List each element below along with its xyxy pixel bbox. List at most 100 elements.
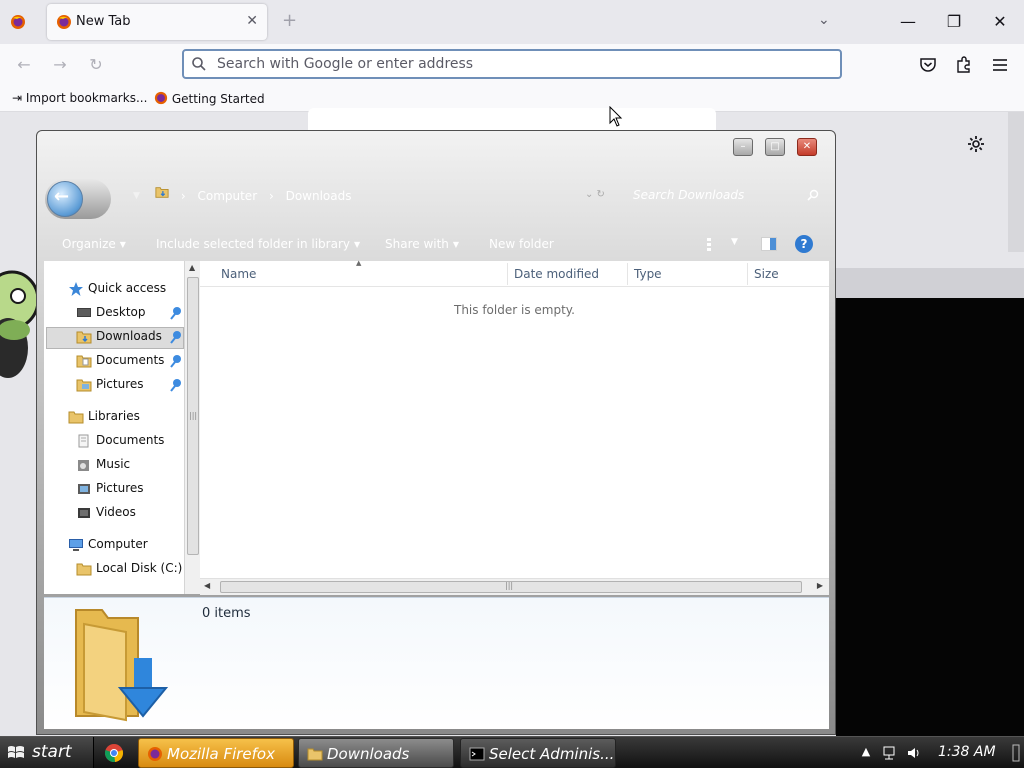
caret-icon: ▼ (452, 240, 460, 249)
firefox-icon (148, 747, 162, 761)
search-input[interactable]: Search Downloads (633, 188, 744, 202)
pin-icon[interactable] (170, 354, 182, 368)
pin-icon[interactable] (170, 330, 182, 344)
page-scrollbar[interactable] (1008, 112, 1024, 252)
column-name[interactable]: Name (221, 267, 256, 281)
new-tab-button[interactable]: + (282, 12, 297, 30)
getting-started-link[interactable]: Getting Started (154, 91, 265, 106)
caret-icon: ▼ (353, 240, 361, 249)
nav-label: Desktop (96, 305, 146, 319)
breadcrumb-sep: › (268, 188, 274, 203)
column-type[interactable]: Type (634, 267, 662, 281)
search-icon[interactable] (807, 189, 819, 201)
restore-button[interactable]: ❐ (942, 10, 966, 34)
back-button[interactable]: ← (14, 55, 34, 75)
network-icon[interactable] (882, 745, 898, 761)
column-header-row: ▲ Name Date modified Type Size (200, 259, 829, 287)
file-list-horizontal-scrollbar[interactable]: ◀ ||| ▶ (200, 578, 829, 595)
minimize-button[interactable]: – (733, 138, 753, 156)
taskbar-item-firefox[interactable]: Mozilla Firefox (138, 738, 294, 768)
include-in-library-button[interactable]: Include selected folder in library ▼ (156, 237, 360, 251)
nav-downloads[interactable]: Downloads (76, 327, 184, 347)
close-tab-icon[interactable]: ✕ (246, 13, 258, 29)
pocket-icon[interactable] (918, 55, 938, 75)
back-arrow-glyph: ← (54, 186, 70, 207)
help-button[interactable]: ? (795, 235, 813, 253)
tab-list-chevron-icon[interactable]: ⌄ (818, 12, 830, 28)
empty-folder-message: This folder is empty. (454, 303, 575, 317)
window-controls: – □ ✕ (727, 138, 827, 158)
scroll-right-arrow-icon[interactable]: ▶ (817, 581, 823, 590)
nav-pane-scrollbar[interactable]: ▲ ||| (184, 261, 200, 594)
folder-icon (307, 748, 323, 761)
import-bookmarks-link[interactable]: ⇥ Import bookmarks... (12, 91, 147, 105)
close-window-button[interactable]: ✕ (988, 10, 1012, 34)
breadcrumb-downloads[interactable]: Downloads (286, 189, 352, 203)
downloads-folder-icon (75, 609, 169, 722)
windows-logo-icon (8, 746, 24, 758)
url-placeholder: Search with Google or enter address (217, 56, 474, 72)
nav-label: Pictures (96, 481, 144, 495)
url-bar[interactable]: Search with Google or enter address (182, 49, 842, 79)
breadcrumb[interactable]: › Computer › Downloads (155, 185, 352, 207)
videos-library-icon (78, 508, 90, 518)
scroll-up-arrow-icon[interactable]: ▲ (189, 263, 195, 272)
extensions-icon[interactable] (954, 55, 974, 75)
tab-new-tab[interactable]: New Tab ✕ (47, 4, 267, 40)
breadcrumb-computer[interactable]: Computer (197, 189, 257, 203)
taskbar-item-downloads[interactable]: Downloads (298, 738, 454, 768)
volume-icon[interactable] (906, 745, 922, 761)
recent-locations-dropdown[interactable]: ▼ (133, 191, 140, 201)
column-size[interactable]: Size (754, 267, 779, 281)
back-button[interactable]: ← (45, 179, 111, 219)
nav-label: Music (96, 457, 131, 471)
folder-icon (155, 187, 169, 198)
show-desktop-icon[interactable] (1012, 741, 1020, 765)
taskbar: start Mozilla Firefox Downloads Select A… (0, 736, 1024, 768)
chrome-icon[interactable] (104, 743, 124, 763)
sort-arrow-icon: ▲ (356, 259, 362, 267)
nav-desktop[interactable]: Desktop (76, 303, 184, 323)
clock[interactable]: 1:38 AM (938, 744, 996, 760)
start-label: start (32, 742, 72, 762)
column-date-modified[interactable]: Date modified (514, 267, 599, 281)
firefox-icon[interactable] (10, 14, 26, 30)
forward-button[interactable]: → (50, 55, 70, 75)
gear-icon[interactable] (966, 134, 986, 154)
new-folder-button[interactable]: New folder (489, 237, 554, 251)
reload-button[interactable]: ↻ (86, 55, 106, 75)
view-options-icon[interactable] (705, 237, 713, 251)
column-divider[interactable] (507, 263, 508, 285)
minimize-button[interactable]: — (896, 10, 920, 34)
preview-pane-icon[interactable] (761, 237, 777, 251)
documents-folder-icon (76, 355, 92, 368)
menu-icon[interactable] (990, 55, 1010, 75)
item-count: 0 items (202, 606, 251, 621)
mouse-cursor-icon (609, 106, 623, 127)
nav-label: Downloads (96, 329, 162, 343)
column-divider[interactable] (747, 263, 748, 285)
details-pane: 0 items (44, 597, 829, 729)
tab-bar: New Tab ✕ + ⌄ — ❐ ✕ (0, 0, 1024, 44)
scroll-left-arrow-icon[interactable]: ◀ (204, 581, 210, 590)
import-bookmarks-label: Import bookmarks... (25, 91, 148, 105)
column-divider[interactable] (627, 263, 628, 285)
nav-pictures[interactable]: Pictures (76, 375, 184, 395)
nav-label: Documents (96, 433, 165, 447)
view-dropdown-icon[interactable]: ▼ (731, 237, 738, 247)
taskbar-item-command-prompt[interactable]: Select Adminis... (460, 738, 616, 768)
nav-documents[interactable]: Documents (76, 351, 184, 371)
hard-drive-icon (76, 563, 92, 576)
refresh-icon[interactable]: ⌄ ↻ (585, 189, 605, 200)
cartoon-character-image (0, 270, 40, 378)
maximize-button[interactable]: □ (765, 138, 785, 156)
show-hidden-icons-arrow-icon[interactable]: ▲ (858, 745, 874, 761)
close-button[interactable]: ✕ (797, 138, 817, 156)
file-list[interactable]: ▲ Name Date modified Type Size This fold… (200, 259, 829, 579)
start-button[interactable]: start (0, 737, 94, 768)
scroll-grip-icon: ||| (505, 581, 514, 590)
share-with-button[interactable]: Share with ▼ (385, 237, 459, 251)
pin-icon[interactable] (170, 378, 182, 392)
organize-button[interactable]: Organize ▼ (62, 237, 126, 251)
pin-icon[interactable] (170, 306, 182, 320)
